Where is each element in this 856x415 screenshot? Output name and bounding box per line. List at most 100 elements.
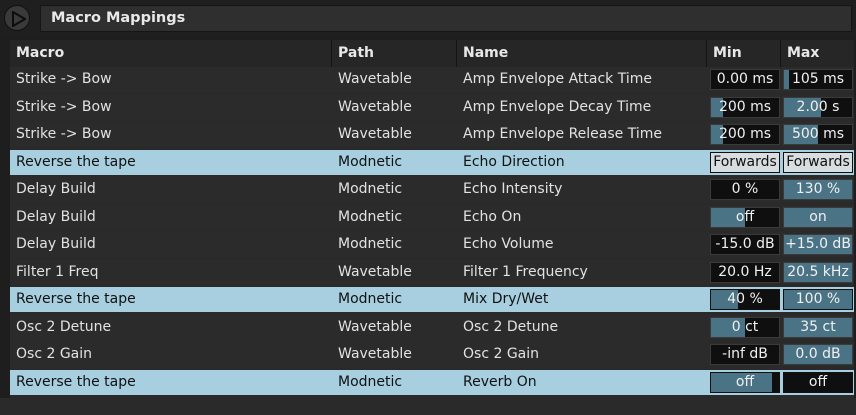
parameter-name-cell: Reverb On xyxy=(463,374,537,390)
max-value-text: 2.00 s xyxy=(796,99,840,115)
parameter-name-cell: Filter 1 Frequency xyxy=(463,264,588,280)
max-value-slider[interactable]: 105 ms xyxy=(783,69,853,90)
min-value-text: 200 ms xyxy=(718,99,772,115)
path-cell: Modnetic xyxy=(338,181,403,197)
max-value-slider[interactable]: 130 % xyxy=(783,179,853,200)
macro-cell: Reverse the tape xyxy=(16,154,136,170)
column-header-path[interactable]: Path xyxy=(332,40,457,67)
parameter-name-cell: Amp Envelope Decay Time xyxy=(463,99,652,115)
parameter-name-cell: Osc 2 Detune xyxy=(463,319,559,335)
path-cell: Wavetable xyxy=(338,99,412,115)
macro-mappings-table: Macro Path Name Min Max Strike -> Bow Wav… xyxy=(10,40,854,398)
max-value-slider[interactable]: on xyxy=(783,207,853,228)
path-cell: Wavetable xyxy=(338,71,412,87)
parameter-name-cell: Osc 2 Gain xyxy=(463,346,540,362)
parameter-name-cell: Amp Envelope Release Time xyxy=(463,126,662,142)
column-header-name[interactable]: Name xyxy=(457,40,707,67)
table-row[interactable]: Strike -> Bow Wavetable Amp Envelope Attac… xyxy=(10,67,854,92)
table-row[interactable]: Reverse the tape Modnetic Mix Dry/Wet 40 % 1… xyxy=(10,287,854,312)
max-value-text: 20.5 kHz xyxy=(787,264,849,280)
table-row[interactable]: Osc 2 Detune Wavetable Osc 2 Detune 0 ct 35 … xyxy=(10,315,854,340)
path-cell: Modnetic xyxy=(338,154,403,170)
max-value-slider[interactable]: 2.00 s xyxy=(783,97,853,118)
table-header: Macro Path Name Min Max xyxy=(10,40,854,67)
max-value-text: 105 ms xyxy=(791,71,845,87)
min-value-text: -inf dB xyxy=(722,346,768,362)
macro-cell: Filter 1 Freq xyxy=(16,264,99,280)
max-value-slider[interactable]: 100 % xyxy=(783,289,853,310)
max-value-text: 35 ct xyxy=(800,319,836,335)
parameter-name-cell: Echo Intensity xyxy=(463,181,563,197)
table-row[interactable]: Osc 2 Gain Wavetable Osc 2 Gain -inf dB 0.0 … xyxy=(10,342,854,367)
table-row[interactable]: Filter 1 Freq Wavetable Filter 1 Frequency… xyxy=(10,260,854,285)
macro-cell: Osc 2 Gain xyxy=(16,346,93,362)
parameter-name-cell: Echo Direction xyxy=(463,154,565,170)
column-header-min[interactable]: Min xyxy=(707,40,781,67)
parameter-name-cell: Echo Volume xyxy=(463,236,554,252)
path-cell: Wavetable xyxy=(338,264,412,280)
macro-cell: Delay Build xyxy=(16,181,96,197)
path-cell: Wavetable xyxy=(338,346,412,362)
max-value-slider[interactable]: 35 ct xyxy=(783,317,853,338)
path-cell: Modnetic xyxy=(338,291,403,307)
max-value-slider[interactable]: +15.0 dB xyxy=(783,234,853,255)
path-cell: Wavetable xyxy=(338,319,412,335)
max-value-slider[interactable]: 0.0 dB xyxy=(783,344,853,365)
column-header-macro[interactable]: Macro xyxy=(10,40,332,67)
macro-cell: Delay Build xyxy=(16,209,96,225)
min-value-slider[interactable]: 20.0 Hz xyxy=(710,262,780,283)
parameter-name-cell: Amp Envelope Attack Time xyxy=(463,71,652,87)
min-value-slider[interactable]: Forwards xyxy=(710,152,780,173)
table-row[interactable]: Delay Build Modnetic Echo Intensity 0 % 130 … xyxy=(10,177,854,202)
min-value-text: 0 ct xyxy=(731,319,759,335)
max-value-slider[interactable]: 500 ms xyxy=(783,124,853,145)
max-value-text: off xyxy=(808,374,828,390)
footer-area xyxy=(0,398,856,415)
max-value-text: 500 ms xyxy=(791,126,845,142)
table-row[interactable]: Strike -> Bow Wavetable Amp Envelope Decay… xyxy=(10,95,854,120)
min-value-text: 40 % xyxy=(727,291,763,307)
max-value-slider[interactable]: off xyxy=(783,372,853,393)
column-header-max[interactable]: Max xyxy=(781,40,854,67)
max-value-text: +15.0 dB xyxy=(785,236,851,252)
max-value-text: 0.0 dB xyxy=(795,346,841,362)
min-value-text: 0 % xyxy=(731,181,759,197)
max-value-text: on xyxy=(809,209,827,225)
title-field: Macro Mappings xyxy=(40,5,852,32)
min-value-slider[interactable]: 40 % xyxy=(710,289,780,310)
macro-cell: Reverse the tape xyxy=(16,374,136,390)
path-cell: Wavetable xyxy=(338,126,412,142)
min-value-slider[interactable]: off xyxy=(710,372,780,393)
min-value-slider[interactable]: 0.00 ms xyxy=(710,69,780,90)
path-cell: Modnetic xyxy=(338,236,403,252)
min-value-text: off xyxy=(735,374,755,390)
min-value-text: 200 ms xyxy=(718,126,772,142)
min-value-slider[interactable]: 200 ms xyxy=(710,124,780,145)
min-value-slider[interactable]: -inf dB xyxy=(710,344,780,365)
macro-cell: Strike -> Bow xyxy=(16,71,112,87)
max-value-text: 130 % xyxy=(795,181,841,197)
path-cell: Modnetic xyxy=(338,209,403,225)
device-activator-button[interactable] xyxy=(4,5,30,31)
min-value-text: Forwards xyxy=(713,154,777,170)
min-value-text: 0.00 ms xyxy=(716,71,774,87)
min-value-slider[interactable]: off xyxy=(710,207,780,228)
min-value-text: -15.0 dB xyxy=(715,236,775,252)
min-value-slider[interactable]: 200 ms xyxy=(710,97,780,118)
table-row[interactable]: Strike -> Bow Wavetable Amp Envelope Relea… xyxy=(10,122,854,147)
table-row[interactable]: Reverse the tape Modnetic Echo Direction Fo… xyxy=(10,150,854,175)
window-title: Macro Mappings xyxy=(51,10,186,26)
max-value-slider[interactable]: 20.5 kHz xyxy=(783,262,853,283)
max-value-text: 100 % xyxy=(795,291,841,307)
macro-cell: Reverse the tape xyxy=(16,291,136,307)
table-row[interactable]: Delay Build Modnetic Echo On off on xyxy=(10,205,854,230)
macro-cell: Strike -> Bow xyxy=(16,126,112,142)
min-value-slider[interactable]: -15.0 dB xyxy=(710,234,780,255)
min-value-text: 20.0 Hz xyxy=(718,264,772,280)
table-row[interactable]: Delay Build Modnetic Echo Volume -15.0 dB +1… xyxy=(10,232,854,257)
min-value-slider[interactable]: 0 ct xyxy=(710,317,780,338)
min-value-slider[interactable]: 0 % xyxy=(710,179,780,200)
max-value-slider[interactable]: Forwards xyxy=(783,152,853,173)
title-bar: Macro Mappings xyxy=(0,0,856,36)
table-row[interactable]: Reverse the tape Modnetic Reverb On off off xyxy=(10,370,854,395)
